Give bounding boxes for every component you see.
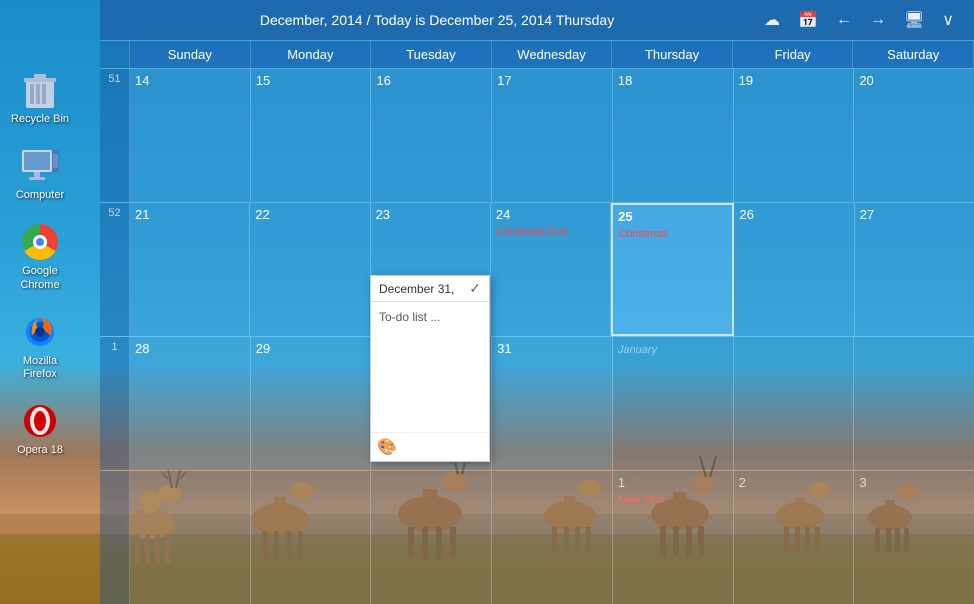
cloud-icon[interactable]: ☁: [759, 8, 785, 32]
cell-dec-18[interactable]: 18: [613, 69, 734, 202]
back-icon[interactable]: ←: [831, 9, 857, 31]
calendar-row-last: 1 New Year 2 3: [100, 470, 974, 604]
opera-icon[interactable]: Opera 18: [10, 401, 70, 457]
desktop-icons-panel: Recycle Bin Computer Google Chrome: [0, 60, 80, 467]
christmas-event[interactable]: Christmas: [618, 228, 727, 240]
cell-january-label: January: [613, 337, 734, 470]
popup-todo-text[interactable]: To-do list ...: [379, 310, 440, 324]
popup-close-button[interactable]: ✓: [469, 280, 481, 297]
mozilla-firefox-label: Mozilla Firefox: [10, 355, 70, 381]
forward-icon[interactable]: →: [865, 9, 891, 31]
cell-dec-19[interactable]: 19: [734, 69, 855, 202]
popup-paint-icon[interactable]: 🎨: [377, 437, 397, 457]
calendar-icon[interactable]: 📅: [793, 8, 823, 32]
google-chrome-icon[interactable]: Google Chrome: [10, 222, 70, 291]
recycle-bin-icon[interactable]: Recycle Bin: [10, 70, 70, 126]
cell-empty-2: [251, 471, 372, 604]
popup-header: December 31, ✓: [371, 276, 489, 302]
cell-empty-1: [130, 471, 251, 604]
mozilla-firefox-icon[interactable]: Mozilla Firefox: [10, 312, 70, 381]
tuesday-header: Tuesday: [371, 41, 492, 68]
calendar-nav-icons: ☁ 📅 ← → 🖥 ∨: [759, 8, 959, 32]
screen-icon[interactable]: 🖥: [899, 8, 929, 32]
cell-jan-empty-1: [734, 337, 855, 470]
computer-label: Computer: [16, 189, 64, 202]
days-of-week-header: Sunday Monday Tuesday Wednesday Thursday…: [130, 41, 974, 68]
cell-empty-3: [371, 471, 492, 604]
week-1-number: 1: [100, 337, 130, 470]
cell-dec-31[interactable]: 31: [492, 337, 613, 470]
christmas-eve-event[interactable]: Christmas Eve: [496, 226, 605, 238]
popup-footer: 🎨: [371, 432, 489, 461]
cell-empty-4: [492, 471, 613, 604]
chrome-image: [20, 222, 60, 262]
dropdown-icon[interactable]: ∨: [937, 8, 959, 32]
cell-dec-29[interactable]: 29: [251, 337, 372, 470]
calendar-title: December, 2014 / Today is December 25, 2…: [115, 12, 759, 28]
cell-dec-15[interactable]: 15: [251, 69, 372, 202]
wednesday-header: Wednesday: [492, 41, 613, 68]
opera-image: [20, 401, 60, 441]
cell-dec-20[interactable]: 20: [854, 69, 974, 202]
calendar-week-52: 52 21 22 23 24 Christmas Eve 25 Christma…: [100, 202, 974, 336]
week-last-number: [100, 471, 130, 604]
week-52-number: 52: [100, 203, 130, 336]
cell-dec-21[interactable]: 21: [130, 203, 250, 336]
calendar-header: December, 2014 / Today is December 25, 2…: [100, 0, 974, 40]
computer-image: [20, 146, 60, 186]
computer-icon[interactable]: Computer: [10, 146, 70, 202]
cell-dec-17[interactable]: 17: [492, 69, 613, 202]
popup-title: December 31,: [379, 282, 454, 296]
popup-body: To-do list ...: [371, 302, 489, 432]
event-popup[interactable]: December 31, ✓ To-do list ... 🎨: [370, 275, 490, 462]
cell-jan-2[interactable]: 2: [734, 471, 855, 604]
cell-jan-3[interactable]: 3: [854, 471, 974, 604]
cell-dec-25-today[interactable]: 25 Christmas: [611, 203, 734, 336]
calendar-widget: December, 2014 / Today is December 25, 2…: [100, 0, 974, 604]
recycle-bin-label: Recycle Bin: [11, 113, 69, 126]
cell-dec-22[interactable]: 22: [250, 203, 370, 336]
thursday-header: Thursday: [612, 41, 733, 68]
cell-dec-24[interactable]: 24 Christmas Eve: [491, 203, 611, 336]
cell-dec-27[interactable]: 27: [855, 203, 974, 336]
opera-label: Opera 18: [17, 444, 63, 457]
friday-header: Friday: [733, 41, 854, 68]
calendar-week-51: 51 14 15 16 17 18 19 20: [100, 68, 974, 202]
cell-dec-28[interactable]: 28: [130, 337, 251, 470]
saturday-header: Saturday: [853, 41, 974, 68]
calendar-grid: 51 14 15 16 17 18 19 20 52 21 22 23 24 C…: [100, 68, 974, 604]
week-51-number: 51: [100, 69, 130, 202]
calendar-week-1: 1 28 29 30 31 January: [100, 336, 974, 470]
recycle-bin-image: [20, 70, 60, 110]
cell-dec-14[interactable]: 14: [130, 69, 251, 202]
cell-jan-empty-2: [854, 337, 974, 470]
firefox-image: [20, 312, 60, 352]
sunday-header: Sunday: [130, 41, 251, 68]
google-chrome-label: Google Chrome: [10, 265, 70, 291]
cell-jan-1[interactable]: 1 New Year: [613, 471, 734, 604]
new-year-event[interactable]: New Year: [618, 494, 728, 506]
cell-dec-16[interactable]: 16: [371, 69, 492, 202]
monday-header: Monday: [251, 41, 372, 68]
cell-dec-26[interactable]: 26: [734, 203, 854, 336]
